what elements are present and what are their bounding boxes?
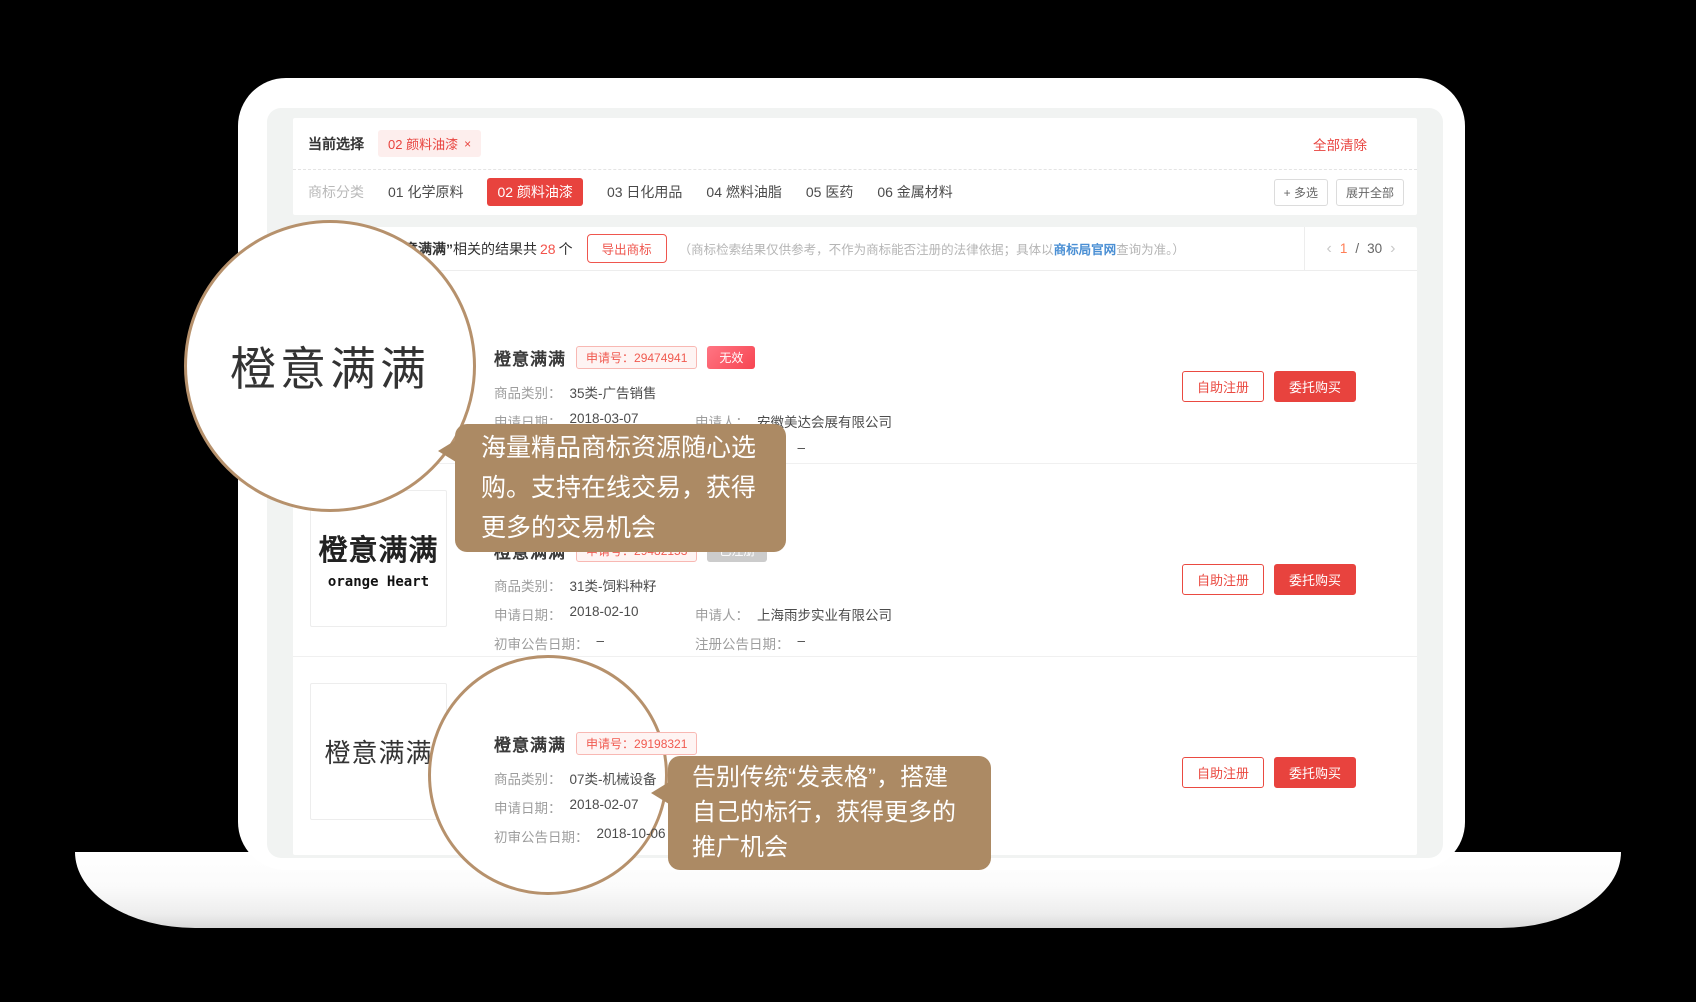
registration-publication-value: – (798, 633, 806, 653)
row-2-actions: 自助注册 委托购买 (1182, 564, 1356, 595)
date-field-value: 2018-02-07 (570, 797, 639, 813)
trademark-name[interactable]: 橙意满满 (494, 731, 566, 756)
expand-all-button[interactable]: 展开全部 (1336, 179, 1404, 206)
disclaimer-text: （商标检索结果仅供参考，不作为商标能否注册的法律依据；具体以商标局官网查询为准。… (679, 239, 1185, 258)
current-selection-label: 当前选择 (308, 134, 364, 154)
app-no-label: 申请号： (586, 737, 634, 751)
promo-tooltip-2: 告别传统“发表格”，搭建 自己的标行，获得更多的 推广机会 (668, 756, 991, 870)
date-field-label: 申请日期： (494, 604, 562, 620)
results-header: 为您检索到“橙意满满”相关的结果共28个 导出商标 （商标检索结果仅供参考，不作… (293, 227, 1417, 271)
next-page-icon[interactable]: › (1390, 240, 1395, 258)
first-publication-label: 初审公告日期： (494, 633, 589, 649)
first-publication-value: – (597, 633, 605, 649)
row-2-date-line: 申请日期： 2018-02-10 申请人： 上海雨步实业有限公司 (494, 604, 1417, 620)
disclaimer-before: （商标检索结果仅供参考，不作为商标能否注册的法律依据；具体以 (679, 243, 1054, 257)
category-item-05[interactable]: 05 医药 (806, 182, 853, 202)
category-field-label: 商品类别： (494, 382, 562, 398)
filter-card: 当前选择 02 颜料油漆 × 全部清除 商标分类 01 化学原料 02 颜料油漆… (293, 118, 1417, 215)
category-item-03[interactable]: 03 日化用品 (607, 182, 682, 202)
category-item-01[interactable]: 01 化学原料 (388, 182, 463, 202)
results-count: 28 (540, 241, 556, 257)
registration-publication-value: – (798, 440, 806, 460)
trademark-office-link[interactable]: 商标局官网 (1054, 243, 1117, 257)
tooltip-1-line-3: 更多的交易机会 (481, 508, 760, 548)
tooltip-2-line-1: 告别传统“发表格”，搭建 (692, 760, 967, 795)
app-no-label: 申请号： (586, 351, 634, 365)
applicant-label: 申请人： (695, 604, 749, 624)
multi-select-button[interactable]: + 多选 (1274, 179, 1328, 206)
applicant-value: 上海雨步实业有限公司 (757, 604, 892, 624)
current-page: 1 (1340, 241, 1348, 256)
category-label: 商标分类 (308, 182, 364, 202)
trademark-image-3: 橙意满满 (310, 683, 447, 820)
page-divider: / (1355, 241, 1359, 256)
application-number-tag: 申请号：29474941 (576, 346, 697, 369)
row-1-actions: 自助注册 委托购买 (1182, 371, 1356, 402)
trademark-image-2-en: orange Heart (328, 574, 429, 590)
trademark-name[interactable]: 橙意满满 (494, 345, 566, 370)
selected-filter-tag-text: 02 颜料油漆 (388, 134, 458, 153)
row-2-publication-line: 初审公告日期： – 注册公告日期： – (494, 633, 1417, 649)
self-register-button[interactable]: 自助注册 (1182, 757, 1264, 788)
promo-tooltip-1: 海量精品商标资源随心选 购。支持在线交易，获得 更多的交易机会 (455, 424, 786, 552)
application-number-tag: 申请号：29198321 (576, 732, 697, 755)
prev-page-icon[interactable]: ‹ (1327, 240, 1332, 258)
date-field-value: 2018-02-10 (570, 604, 639, 620)
summary-unit: 个 (559, 241, 573, 257)
tooltip-arrow-icon (651, 782, 669, 804)
remove-filter-icon[interactable]: × (464, 137, 471, 151)
first-publication-label: 初审公告日期： (494, 826, 589, 842)
category-field-value: 35类-广告销售 (570, 382, 657, 398)
selected-filter-tag[interactable]: 02 颜料油漆 × (378, 130, 481, 157)
app-no-value: 29474941 (634, 351, 687, 365)
disclaimer-after: 查询为准。） (1116, 243, 1185, 257)
category-field-value: 07类-机械设备 (570, 768, 657, 784)
self-register-button[interactable]: 自助注册 (1182, 371, 1264, 402)
entrust-purchase-button[interactable]: 委托购买 (1274, 371, 1356, 402)
category-item-06[interactable]: 06 金属材料 (877, 182, 952, 202)
app-no-value: 29198321 (634, 737, 687, 751)
category-item-02-selected[interactable]: 02 颜料油漆 (487, 178, 582, 206)
clear-all-button[interactable]: 全部清除 (1313, 134, 1367, 154)
trademark-image-2-cn: 橙意满满 (318, 527, 438, 569)
entrust-purchase-button[interactable]: 委托购买 (1274, 757, 1356, 788)
self-register-button[interactable]: 自助注册 (1182, 564, 1264, 595)
category-field-label: 商品类别： (494, 575, 562, 591)
export-trademark-button[interactable]: 导出商标 (587, 234, 667, 263)
tooltip-2-line-3: 推广机会 (692, 830, 967, 865)
total-pages: 30 (1367, 241, 1382, 256)
current-selection-row: 当前选择 02 颜料油漆 × 全部清除 (293, 118, 1417, 170)
status-badge: 无效 (707, 346, 755, 369)
row-3-title-line: 橙意满满 申请号：29198321 (494, 731, 1417, 756)
first-publication-value: 2018-10-06 (597, 826, 666, 842)
summary-mid: 相关的结果共 (453, 241, 537, 257)
tooltip-1-line-1: 海量精品商标资源随心选 (481, 428, 760, 468)
category-tools: + 多选 展开全部 (1274, 179, 1404, 206)
registration-publication-label: 注册公告日期： (695, 633, 790, 653)
category-row: 商标分类 01 化学原料 02 颜料油漆 03 日化用品 04 燃料油脂 05 … (293, 170, 1417, 214)
category-item-04[interactable]: 04 燃料油脂 (706, 182, 781, 202)
row-3-actions: 自助注册 委托购买 (1182, 757, 1356, 788)
tooltip-1-line-2: 购。支持在线交易，获得 (481, 468, 760, 508)
tooltip-2-line-2: 自己的标行，获得更多的 (692, 795, 967, 830)
trademark-image-3-cn: 橙意满满 (324, 733, 432, 770)
pagination: ‹ 1 / 30 › (1304, 227, 1417, 270)
row-1-title-line: 橙意满满 申请号：29474941 无效 (494, 345, 1417, 370)
entrust-purchase-button[interactable]: 委托购买 (1274, 564, 1356, 595)
category-field-value: 31类-饲料种籽 (570, 575, 657, 591)
tooltip-arrow-icon (438, 440, 456, 462)
registration-publication-field: 注册公告日期： – (695, 633, 805, 653)
category-field-label: 商品类别： (494, 768, 562, 784)
magnifier-circle-1: 橙意满满 (184, 220, 476, 512)
applicant-field: 申请人： 上海雨步实业有限公司 (695, 604, 892, 624)
date-field-label: 申请日期： (494, 797, 562, 813)
